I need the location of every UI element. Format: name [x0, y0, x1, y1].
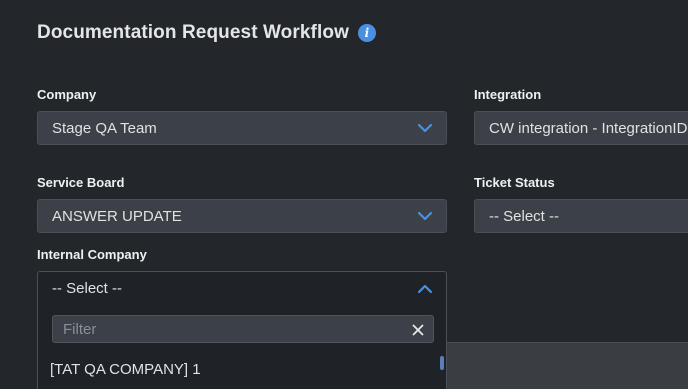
- filter-input[interactable]: [63, 320, 383, 338]
- ticket-status-label: Ticket Status: [474, 175, 555, 190]
- title-row: Documentation Request Workflow i: [37, 22, 376, 44]
- internal-company-select[interactable]: -- Select --: [37, 271, 447, 305]
- service-board-value: ANSWER UPDATE: [52, 207, 182, 225]
- dropdown-scrollbar[interactable]: [440, 356, 444, 370]
- chevron-down-icon: [417, 123, 433, 133]
- integration-value: CW integration - IntegrationID: [489, 119, 688, 137]
- chevron-up-icon: [417, 284, 433, 294]
- service-board-label: Service Board: [37, 175, 125, 190]
- dropdown-option[interactable]: [TAT QA COMPANY] 1: [50, 361, 201, 378]
- page-title: Documentation Request Workflow: [37, 22, 349, 43]
- company-value: Stage QA Team: [52, 119, 157, 137]
- company-select[interactable]: Stage QA Team: [37, 111, 447, 145]
- service-board-select[interactable]: ANSWER UPDATE: [37, 199, 447, 233]
- integration-select[interactable]: CW integration - IntegrationID: [474, 111, 688, 145]
- internal-company-dropdown: [TAT QA COMPANY] 1: [37, 304, 447, 389]
- filter-box: [52, 315, 434, 343]
- clear-icon[interactable]: [412, 323, 424, 336]
- chevron-down-icon: [417, 211, 433, 221]
- ticket-status-value: -- Select --: [489, 207, 560, 225]
- internal-company-value: -- Select --: [52, 280, 123, 297]
- background-panel: [447, 342, 688, 389]
- integration-label: Integration: [474, 87, 542, 102]
- company-label: Company: [37, 87, 97, 102]
- internal-company-label: Internal Company: [37, 247, 147, 262]
- ticket-status-select[interactable]: -- Select --: [474, 199, 688, 233]
- workflow-page: Documentation Request Workflow i Company…: [0, 0, 688, 389]
- info-icon[interactable]: i: [357, 24, 376, 42]
